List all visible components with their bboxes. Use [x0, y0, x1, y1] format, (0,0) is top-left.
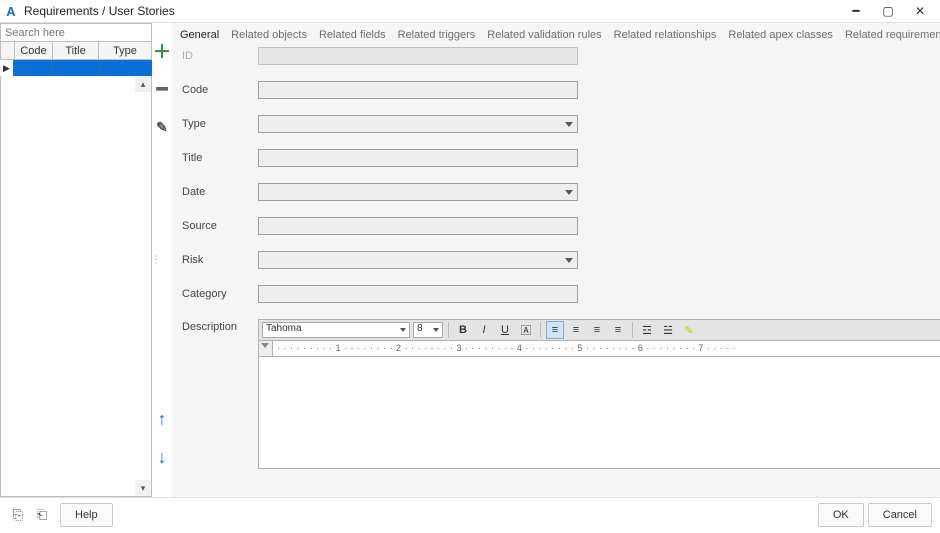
title-label: Title	[182, 152, 258, 164]
tab-related-validation[interactable]: Related validation rules	[487, 29, 601, 41]
bullet-list-button[interactable]: ☲	[638, 321, 656, 339]
move-down-button[interactable]: ↓	[152, 447, 172, 467]
remove-button[interactable]: ━	[152, 79, 172, 99]
row-code-cell	[14, 60, 52, 76]
code-label: Code	[182, 84, 258, 96]
import-icon[interactable]: ⎗	[32, 505, 52, 525]
rich-text-editor: Tahoma 8 B I U 🄰 ≡ ≡ ≡ ≡ ☲ ☱	[258, 319, 940, 469]
title-input[interactable]	[258, 149, 578, 167]
header-type[interactable]: Type	[99, 42, 151, 59]
help-button[interactable]: Help	[60, 503, 113, 527]
scroll-up-icon[interactable]: ▴	[135, 76, 151, 92]
ruler-scale: · · · · · · · · · 1 · · · · · · · · 2 · …	[273, 341, 940, 356]
row-marker-icon: ▶	[0, 60, 14, 76]
align-right-button[interactable]: ≡	[588, 321, 606, 339]
editor-toolbar: Tahoma 8 B I U 🄰 ≡ ≡ ≡ ≡ ☲ ☱	[258, 319, 940, 341]
scroll-down-icon[interactable]: ▾	[135, 480, 151, 496]
editor-body[interactable]	[258, 357, 940, 469]
scrollbar[interactable]: ▴ ▾	[135, 76, 151, 496]
align-left-button[interactable]: ≡	[546, 321, 564, 339]
tab-related-requirements[interactable]: Related requirements / user stories	[845, 29, 940, 41]
ruler: · · · · · · · · · 1 · · · · · · · · 2 · …	[258, 341, 940, 357]
row-tools: ＋ ━ ✎ ↑ ↓	[152, 23, 172, 497]
app-icon: A	[4, 4, 18, 18]
add-button[interactable]: ＋	[152, 41, 172, 61]
header-title[interactable]: Title	[53, 42, 99, 59]
scroll-thumb[interactable]	[135, 92, 151, 480]
form: ID Code Type Title Date Source	[176, 47, 940, 469]
workspace: Code Title Type ▶ ▴ ▾ ＋ ━ ✎ ↑ ↓	[0, 23, 940, 497]
header-code[interactable]: Code	[15, 42, 53, 59]
type-select[interactable]	[258, 115, 578, 133]
underline-button[interactable]: U	[496, 321, 514, 339]
tab-general[interactable]: General	[180, 29, 219, 41]
cancel-button[interactable]: Cancel	[868, 503, 932, 527]
search-input[interactable]	[0, 23, 152, 42]
tab-related-apex[interactable]: Related apex classes	[728, 29, 833, 41]
font-color-button[interactable]: 🄰	[517, 321, 535, 339]
footer: ⎘ ⎗ Help OK Cancel	[0, 498, 940, 532]
minimize-button[interactable]: ━	[840, 0, 872, 22]
table-body: ▴ ▾	[0, 76, 152, 497]
id-label: ID	[182, 50, 258, 62]
align-center-button[interactable]: ≡	[567, 321, 585, 339]
separator	[632, 322, 633, 338]
type-label: Type	[182, 118, 258, 130]
id-input	[258, 47, 578, 65]
italic-button[interactable]: I	[475, 321, 493, 339]
edit-button[interactable]: ✎	[152, 117, 172, 137]
ok-button[interactable]: OK	[818, 503, 864, 527]
tab-related-objects[interactable]: Related objects	[231, 29, 307, 41]
tab-related-relationships[interactable]: Related relationships	[614, 29, 717, 41]
risk-select[interactable]	[258, 251, 578, 269]
header-marker	[1, 42, 15, 59]
row-type-cell	[100, 60, 152, 76]
font-family-select[interactable]: Tahoma	[262, 322, 410, 338]
separator	[448, 322, 449, 338]
move-up-button[interactable]: ↑	[152, 409, 172, 429]
tab-related-triggers[interactable]: Related triggers	[398, 29, 476, 41]
description-label: Description	[182, 319, 258, 469]
table-row[interactable]: ▶	[0, 60, 152, 76]
bold-button[interactable]: B	[454, 321, 472, 339]
table-header: Code Title Type	[0, 42, 152, 60]
close-button[interactable]: ✕	[904, 0, 936, 22]
detail-panel: General Related objects Related fields R…	[172, 23, 940, 497]
number-list-button[interactable]: ☱	[659, 321, 677, 339]
font-size-select[interactable]: 8	[413, 322, 443, 338]
separator	[540, 322, 541, 338]
category-input[interactable]	[258, 285, 578, 303]
tab-related-fields[interactable]: Related fields	[319, 29, 386, 41]
category-label: Category	[182, 288, 258, 300]
list-panel: Code Title Type ▶ ▴ ▾	[0, 23, 152, 497]
tab-row: General Related objects Related fields R…	[176, 27, 940, 47]
highlight-button[interactable]: ✎	[680, 321, 698, 339]
date-label: Date	[182, 186, 258, 198]
source-input[interactable]	[258, 217, 578, 235]
source-label: Source	[182, 220, 258, 232]
risk-label: Risk	[182, 254, 258, 266]
date-select[interactable]	[258, 183, 578, 201]
window-title: Requirements / User Stories	[24, 4, 175, 18]
code-input[interactable]	[258, 81, 578, 99]
export-icon[interactable]: ⎘	[8, 505, 28, 525]
row-title-cell	[52, 60, 100, 76]
titlebar: A Requirements / User Stories ━ ▢ ✕	[0, 0, 940, 22]
align-justify-button[interactable]: ≡	[609, 321, 627, 339]
ruler-left-indent-icon[interactable]	[259, 341, 273, 356]
maximize-button[interactable]: ▢	[872, 0, 904, 22]
